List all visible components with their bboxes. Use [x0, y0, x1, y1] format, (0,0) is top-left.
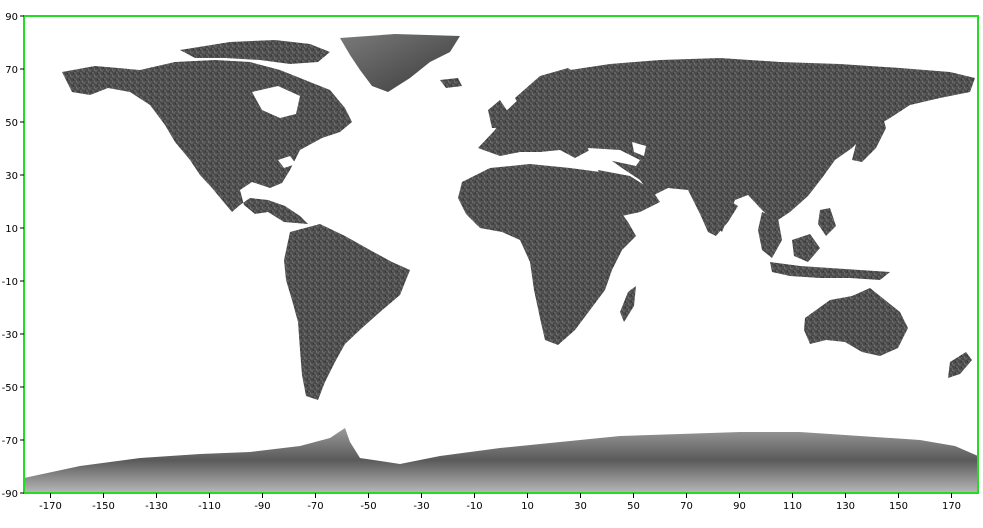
x-tick-label: -50: [360, 501, 376, 512]
x-tick-label: -10: [466, 501, 482, 512]
x-tick-label: 70: [680, 501, 693, 512]
y-tick-label: 50: [5, 118, 18, 129]
x-axis: -170 -150 -130 -110 -90 -70 -50 -30 -10 10 30 50 70 9…: [39, 493, 961, 512]
y-tick-label: 10: [5, 224, 18, 235]
x-tick-label: -30: [413, 501, 429, 512]
x-tick-label: 170: [942, 501, 961, 512]
y-tick-label: -70: [2, 436, 18, 447]
x-tick-label: 130: [836, 501, 855, 512]
y-tick-label: 90: [5, 12, 18, 23]
y-tick-label: 30: [5, 171, 18, 182]
y-tick-label: 70: [5, 65, 18, 76]
x-tick-label: -70: [307, 501, 323, 512]
y-tick-label: -50: [2, 383, 18, 394]
y-axis: 90 70 50 30 10 -10 -30 -50 -70 -90: [2, 12, 24, 500]
x-tick-label: 10: [521, 501, 534, 512]
world-relief-map: -170 -150 -130 -110 -90 -70 -50 -30 -10 10 30 50 70 9…: [2, 12, 979, 512]
x-tick-label: -110: [198, 501, 221, 512]
x-tick-label: -170: [39, 501, 62, 512]
x-tick-label: -130: [145, 501, 168, 512]
x-tick-label: 90: [733, 501, 746, 512]
x-tick-label: -90: [254, 501, 270, 512]
y-tick-label: -10: [2, 277, 18, 288]
x-tick-label: 50: [627, 501, 640, 512]
x-tick-label: 110: [783, 501, 802, 512]
x-tick-label: 150: [889, 501, 908, 512]
x-tick-label: 30: [574, 501, 587, 512]
y-tick-label: -30: [2, 330, 18, 341]
y-tick-label: -90: [2, 489, 18, 500]
x-tick-label: -150: [92, 501, 115, 512]
